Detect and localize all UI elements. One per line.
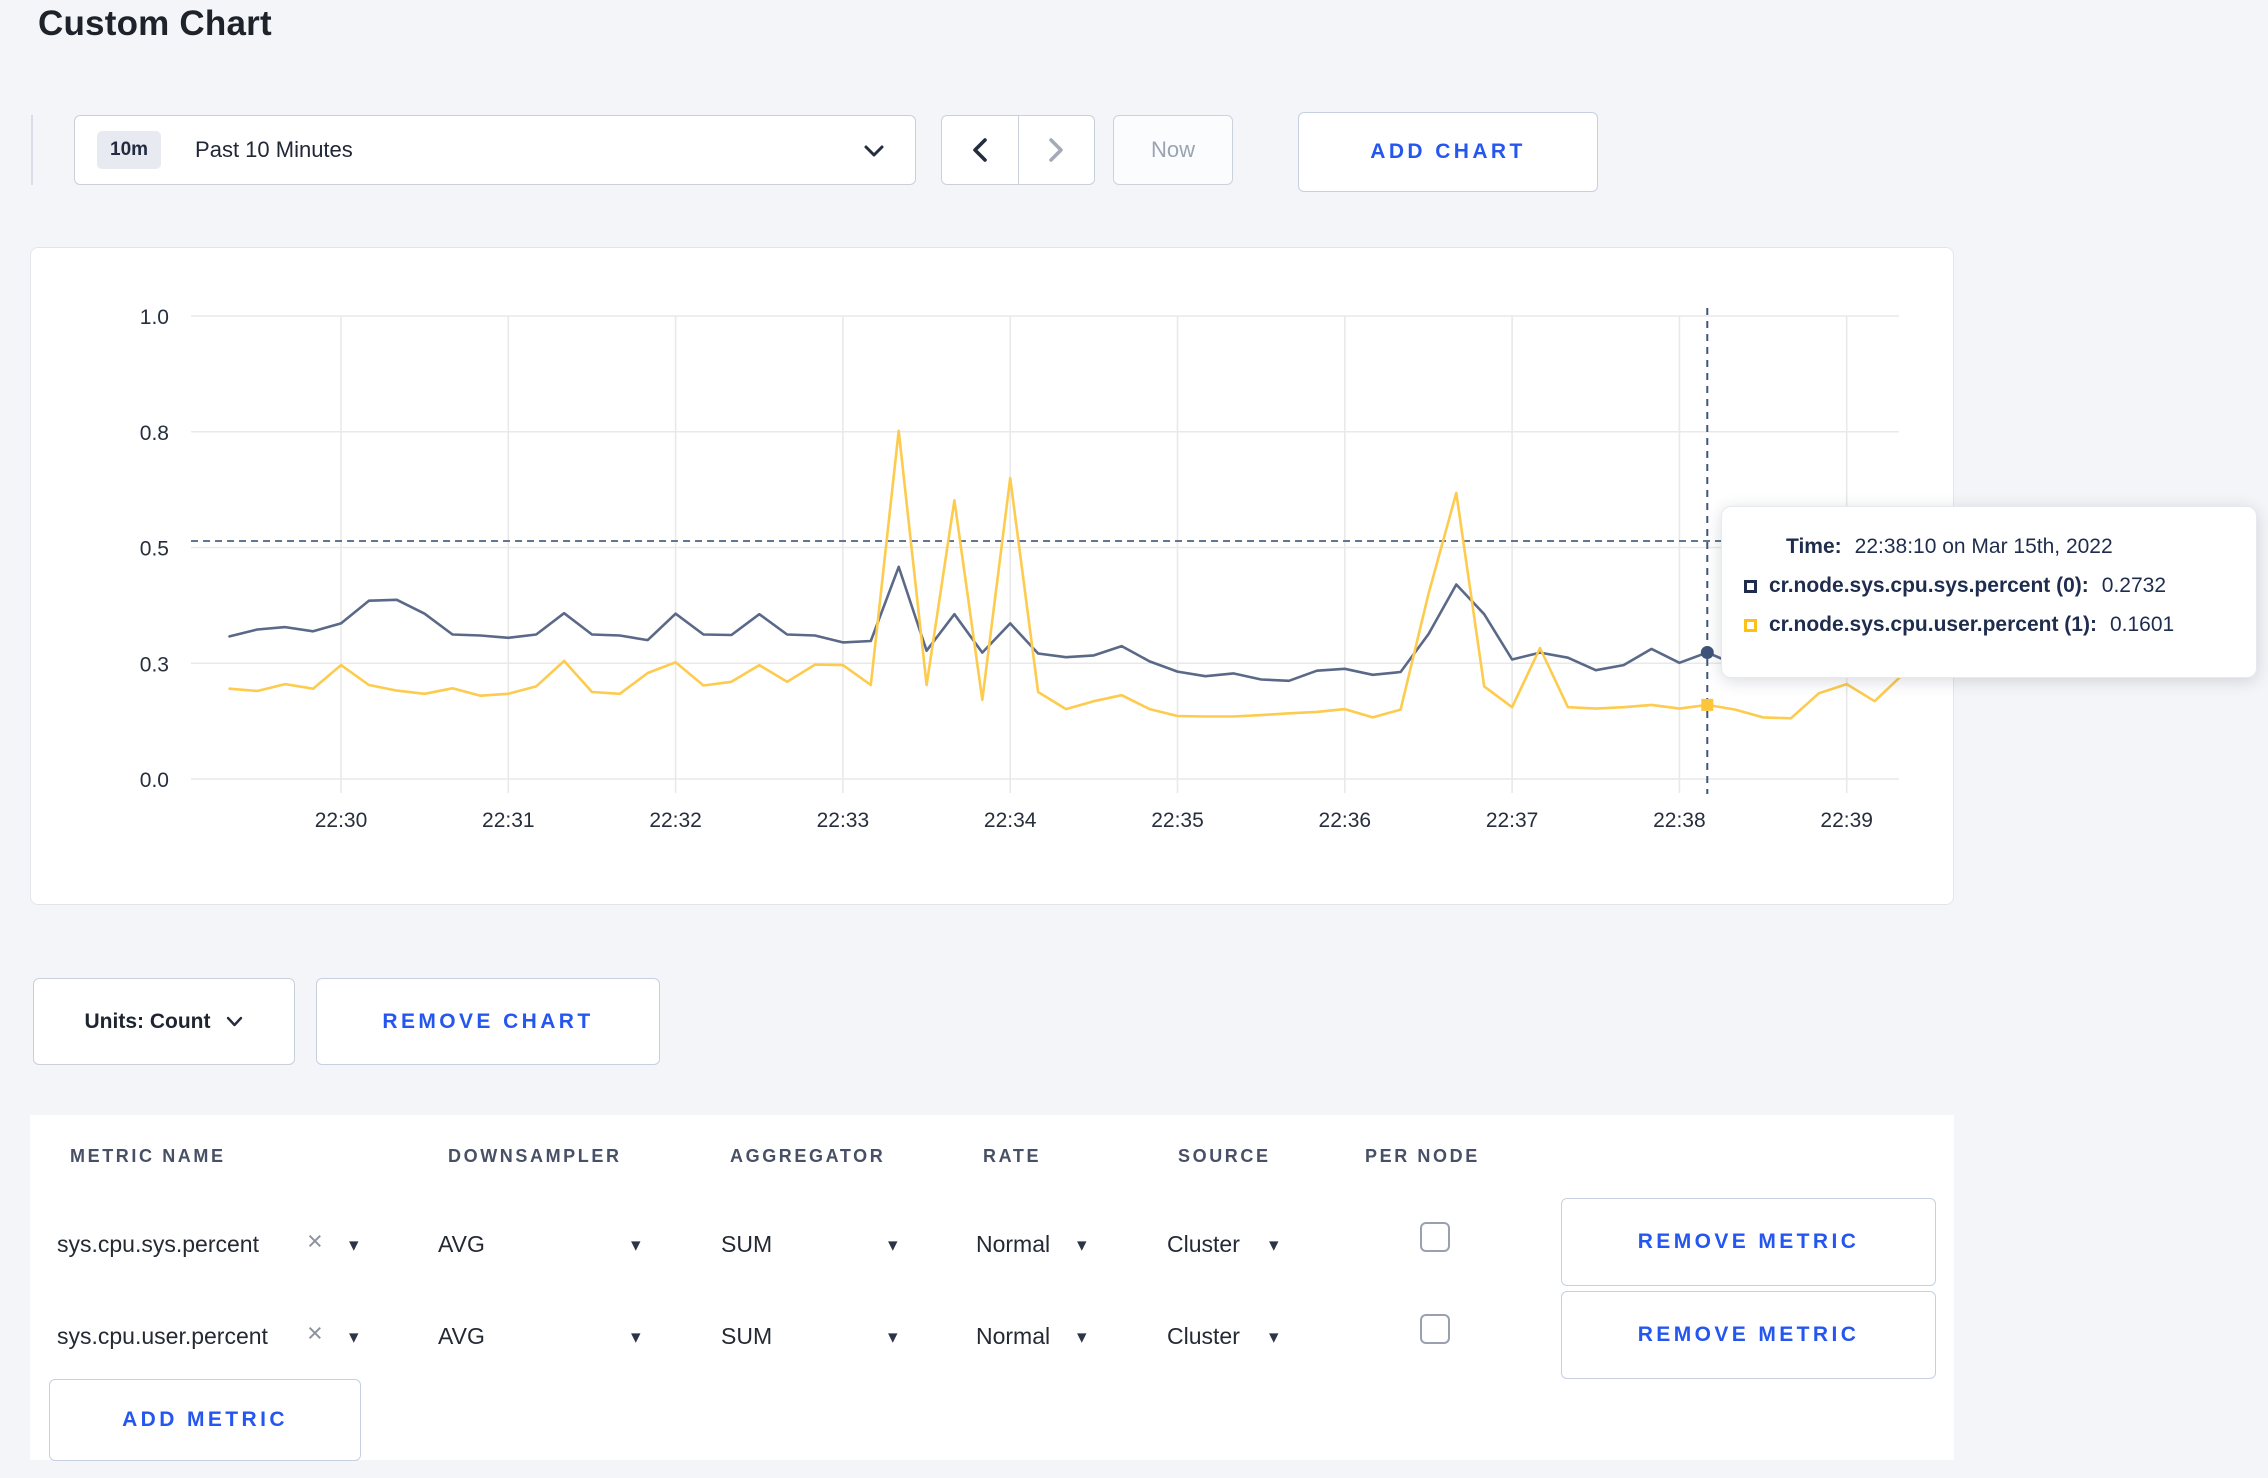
- page-title: Custom Chart: [38, 4, 272, 43]
- close-icon[interactable]: ×: [307, 1228, 323, 1255]
- units-label: Units: Count: [84, 1009, 211, 1033]
- svg-text:22:36: 22:36: [1319, 809, 1372, 832]
- svg-text:22:37: 22:37: [1486, 809, 1539, 832]
- time-pager: [941, 115, 1095, 185]
- caret-down-icon: ▾: [1269, 1235, 1279, 1256]
- chart-panel: 0.0 0.3 0.5 0.8 1.0 22:30 22:31 22:32 22:33 22:34…: [30, 247, 1954, 905]
- source-select[interactable]: Cluster: [1167, 1323, 1240, 1350]
- svg-text:22:39: 22:39: [1820, 809, 1873, 832]
- rate-select[interactable]: Normal: [976, 1231, 1050, 1258]
- prev-range-button[interactable]: [942, 116, 1018, 184]
- tooltip-time-value: 22:38:10 on Mar 15th, 2022: [1854, 535, 2113, 558]
- metric-name-select[interactable]: sys.cpu.sys.percent: [57, 1231, 259, 1258]
- svg-text:22:31: 22:31: [482, 809, 535, 832]
- caret-down-icon: ▾: [349, 1327, 359, 1348]
- time-range-select[interactable]: 10m Past 10 Minutes: [74, 115, 916, 185]
- chevron-right-icon: [1049, 138, 1064, 162]
- downsampler-select[interactable]: AVG: [438, 1323, 485, 1350]
- tooltip-series-row: cr.node.sys.cpu.user.percent (1): 0.1601: [1744, 613, 2256, 637]
- caret-down-icon: ▾: [888, 1327, 898, 1348]
- toolbar-divider: [31, 115, 33, 185]
- tooltip-user-value: 0.1601: [2109, 613, 2175, 636]
- col-header-rate: RATE: [983, 1146, 1042, 1166]
- col-header-aggregator: AGGREGATOR: [730, 1146, 886, 1166]
- svg-text:22:33: 22:33: [817, 809, 870, 832]
- time-range-label: Past 10 Minutes: [195, 137, 353, 162]
- svg-text:22:30: 22:30: [315, 809, 368, 832]
- caret-down-icon: ▾: [349, 1235, 359, 1256]
- caret-down-icon: ▾: [631, 1235, 641, 1256]
- custom-chart-page: Custom Chart 10m Past 10 Minutes Now ADD…: [0, 0, 2268, 1478]
- chevron-left-icon: [972, 138, 987, 162]
- svg-text:22:34: 22:34: [984, 809, 1037, 832]
- add-chart-button[interactable]: ADD CHART: [1298, 112, 1598, 192]
- caret-down-icon: ▾: [1077, 1235, 1087, 1256]
- tooltip-sys-label: cr.node.sys.cpu.sys.percent (0):: [1769, 574, 2089, 597]
- per-node-checkbox[interactable]: [1420, 1314, 1450, 1344]
- sys-series-swatch-icon: [1744, 579, 1757, 593]
- metric-name-select[interactable]: sys.cpu.user.percent: [57, 1323, 268, 1350]
- cpu-usage-chart[interactable]: 0.0 0.3 0.5 0.8 1.0 22:30 22:31 22:32 22:33 22:34…: [31, 248, 1955, 906]
- tooltip-time-row: Time: 22:38:10 on Mar 15th, 2022: [1786, 535, 2256, 559]
- caret-down-icon: ▾: [1077, 1327, 1087, 1348]
- svg-text:0.5: 0.5: [140, 538, 169, 561]
- remove-metric-button[interactable]: REMOVE METRIC: [1561, 1198, 1936, 1286]
- col-header-per-node: PER NODE: [1365, 1146, 1480, 1166]
- next-range-button[interactable]: [1017, 116, 1094, 184]
- svg-text:0.0: 0.0: [140, 769, 169, 792]
- svg-text:0.3: 0.3: [140, 653, 169, 676]
- tooltip-sys-value: 0.2732: [2101, 574, 2167, 597]
- col-header-downsampler: DOWNSAMPLER: [448, 1146, 622, 1166]
- caret-down-icon: ▾: [1269, 1327, 1279, 1348]
- tooltip-series-row: cr.node.sys.cpu.sys.percent (0): 0.2732: [1744, 574, 2256, 598]
- chevron-down-icon: [227, 1016, 243, 1027]
- svg-text:22:38: 22:38: [1653, 809, 1706, 832]
- svg-text:22:32: 22:32: [649, 809, 702, 832]
- col-header-source: SOURCE: [1178, 1146, 1271, 1166]
- add-metric-button[interactable]: ADD METRIC: [49, 1379, 361, 1461]
- aggregator-select[interactable]: SUM: [721, 1231, 772, 1258]
- close-icon[interactable]: ×: [307, 1320, 323, 1347]
- col-header-metric-name: METRIC NAME: [70, 1146, 226, 1166]
- svg-text:22:35: 22:35: [1151, 809, 1204, 832]
- caret-down-icon: ▾: [631, 1327, 641, 1348]
- user-series-swatch-icon: [1744, 618, 1757, 632]
- svg-text:0.8: 0.8: [140, 422, 169, 445]
- chevron-down-icon: [864, 145, 884, 157]
- time-range-badge: 10m: [97, 131, 162, 169]
- tooltip-time-label: Time:: [1786, 535, 1842, 558]
- source-select[interactable]: Cluster: [1167, 1231, 1240, 1258]
- now-button[interactable]: Now: [1113, 115, 1233, 185]
- rate-select[interactable]: Normal: [976, 1323, 1050, 1350]
- tooltip-user-label: cr.node.sys.cpu.user.percent (1):: [1769, 613, 2097, 636]
- svg-text:1.0: 1.0: [140, 306, 169, 329]
- units-select[interactable]: Units: Count: [33, 978, 295, 1065]
- remove-metric-button[interactable]: REMOVE METRIC: [1561, 1291, 1936, 1379]
- caret-down-icon: ▾: [888, 1235, 898, 1256]
- aggregator-select[interactable]: SUM: [721, 1323, 772, 1350]
- remove-chart-button[interactable]: REMOVE CHART: [316, 978, 660, 1065]
- per-node-checkbox[interactable]: [1420, 1222, 1450, 1252]
- chart-tooltip: Time: 22:38:10 on Mar 15th, 2022 cr.node.…: [1721, 506, 2257, 678]
- downsampler-select[interactable]: AVG: [438, 1231, 485, 1258]
